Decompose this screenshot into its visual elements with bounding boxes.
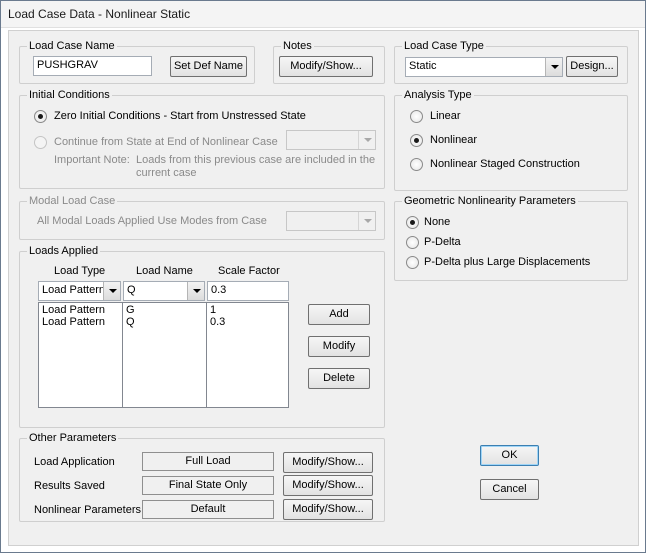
- modal-load-case-label: All Modal Loads Applied Use Modes from C…: [37, 215, 267, 227]
- chevron-down-icon[interactable]: [187, 282, 204, 300]
- load-name-select[interactable]: Q: [123, 281, 205, 301]
- chevron-down-icon[interactable]: [358, 212, 375, 230]
- column-header-scale-factor: Scale Factor: [218, 265, 280, 277]
- important-note-line-2: current case: [136, 167, 197, 179]
- modal-case-select[interactable]: [286, 211, 376, 231]
- load-application-value: Full Load: [142, 452, 274, 471]
- load-case-name-legend: Load Case Name: [29, 40, 115, 52]
- list-item[interactable]: 1: [210, 304, 285, 316]
- nonlinear-parameters-value: Default: [142, 500, 274, 519]
- geometric-large-displacements-radio[interactable]: [406, 256, 419, 269]
- list-item[interactable]: G: [126, 304, 203, 316]
- results-saved-value: Final State Only: [142, 476, 274, 495]
- notes-modify-show-button[interactable]: Modify/Show...: [279, 56, 373, 77]
- continue-from-state-radio[interactable]: [34, 136, 47, 149]
- load-case-name-input[interactable]: PUSHGRAV: [33, 56, 152, 76]
- column-header-load-type: Load Type: [54, 265, 106, 277]
- column-header-load-name: Load Name: [136, 265, 193, 277]
- initial-conditions-legend: Initial Conditions: [29, 89, 110, 101]
- load-application-label: Load Application: [34, 456, 115, 468]
- add-load-button[interactable]: Add: [308, 304, 370, 325]
- load-case-dialog-window: Load Case Data - Nonlinear Static Load C…: [0, 0, 646, 553]
- notes-legend: Notes: [283, 40, 312, 52]
- load-case-type-legend: Load Case Type: [404, 40, 484, 52]
- geometric-none-radio[interactable]: [406, 216, 419, 229]
- analysis-linear-radio[interactable]: [410, 110, 423, 123]
- list-item[interactable]: Q: [126, 316, 203, 328]
- zero-initial-conditions-label[interactable]: Zero Initial Conditions - Start from Uns…: [54, 110, 306, 122]
- title-bar[interactable]: Load Case Data - Nonlinear Static: [1, 1, 645, 28]
- geometric-none-label[interactable]: None: [424, 216, 450, 228]
- load-name-list[interactable]: G Q: [123, 302, 207, 408]
- important-note-label: Important Note:: [54, 154, 130, 166]
- list-item[interactable]: Load Pattern: [42, 304, 119, 316]
- scale-factor-list[interactable]: 1 0.3: [207, 302, 289, 408]
- load-name-select-value: Q: [127, 284, 136, 296]
- load-case-type-value: Static: [409, 60, 437, 72]
- window-title: Load Case Data - Nonlinear Static: [8, 7, 191, 21]
- list-item[interactable]: Load Pattern: [42, 316, 119, 328]
- analysis-linear-label[interactable]: Linear: [430, 110, 461, 122]
- ok-button[interactable]: OK: [480, 445, 539, 466]
- results-saved-modify-show-button[interactable]: Modify/Show...: [283, 475, 373, 496]
- important-note-line-1: Loads from this previous case are includ…: [136, 154, 376, 166]
- results-saved-label: Results Saved: [34, 480, 105, 492]
- continue-from-state-label[interactable]: Continue from State at End of Nonlinear …: [54, 136, 278, 148]
- analysis-type-legend: Analysis Type: [404, 89, 472, 101]
- nonlinear-parameters-label: Nonlinear Parameters: [34, 504, 141, 516]
- geometric-p-delta-label[interactable]: P-Delta: [424, 236, 461, 248]
- cancel-button[interactable]: Cancel: [480, 479, 539, 500]
- load-type-select[interactable]: Load Pattern: [38, 281, 121, 301]
- geometric-p-delta-radio[interactable]: [406, 236, 419, 249]
- nonlinear-parameters-modify-show-button[interactable]: Modify/Show...: [283, 499, 373, 520]
- load-application-modify-show-button[interactable]: Modify/Show...: [283, 452, 373, 473]
- chevron-down-icon[interactable]: [545, 58, 562, 76]
- analysis-staged-construction-radio[interactable]: [410, 158, 423, 171]
- analysis-nonlinear-radio[interactable]: [410, 134, 423, 147]
- load-type-list[interactable]: Load Pattern Load Pattern: [38, 302, 123, 408]
- load-type-select-value: Load Pattern: [42, 284, 105, 296]
- analysis-nonlinear-label[interactable]: Nonlinear: [430, 134, 477, 146]
- modify-load-button[interactable]: Modify: [308, 336, 370, 357]
- loads-applied-legend: Loads Applied: [29, 245, 99, 257]
- geometric-nonlinearity-legend: Geometric Nonlinearity Parameters: [404, 195, 576, 207]
- list-item[interactable]: 0.3: [210, 316, 285, 328]
- design-button[interactable]: Design...: [566, 56, 618, 77]
- analysis-staged-construction-label[interactable]: Nonlinear Staged Construction: [430, 158, 580, 170]
- delete-load-button[interactable]: Delete: [308, 368, 370, 389]
- zero-initial-conditions-radio[interactable]: [34, 110, 47, 123]
- dialog-client-area: Load Case Name PUSHGRAV Set Def Name Not…: [8, 30, 639, 546]
- modal-load-case-legend: Modal Load Case: [29, 195, 116, 207]
- chevron-down-icon[interactable]: [103, 282, 120, 300]
- continue-case-select[interactable]: [286, 130, 376, 150]
- chevron-down-icon[interactable]: [358, 131, 375, 149]
- geometric-large-displacements-label[interactable]: P-Delta plus Large Displacements: [424, 256, 590, 268]
- set-def-name-button[interactable]: Set Def Name: [170, 56, 247, 77]
- load-case-type-select[interactable]: Static: [405, 57, 563, 77]
- other-parameters-legend: Other Parameters: [29, 432, 117, 444]
- scale-factor-input[interactable]: 0.3: [207, 281, 289, 301]
